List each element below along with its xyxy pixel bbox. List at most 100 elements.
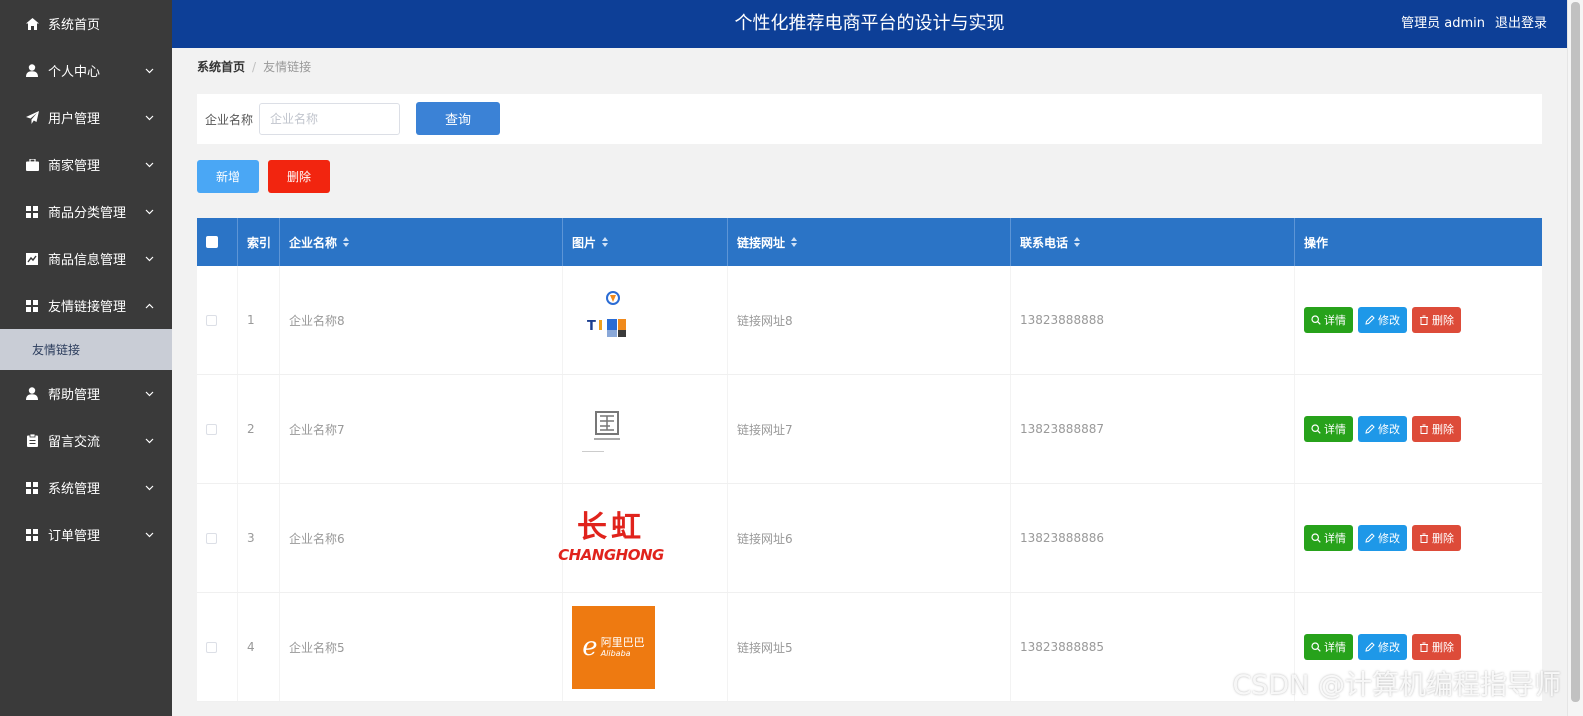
company-logo-changhong: 长虹 CHANGHONG xyxy=(558,503,664,573)
logout-link[interactable]: 退出登录 xyxy=(1495,16,1547,31)
name-cell: 企业名称5 xyxy=(280,593,563,701)
sort-icon[interactable] xyxy=(1074,237,1081,247)
row-checkbox[interactable] xyxy=(206,641,217,653)
column-header-actions: 操作 xyxy=(1295,218,1542,266)
chevron-up-icon xyxy=(145,303,154,309)
sidebar-item-merchant-management[interactable]: 商家管理 xyxy=(0,141,172,188)
search-icon xyxy=(1311,642,1321,652)
search-icon xyxy=(1311,315,1321,325)
detail-button[interactable]: 详情 xyxy=(1304,525,1353,551)
breadcrumb-home[interactable]: 系统首页 xyxy=(197,58,245,75)
edit-button[interactable]: 修改 xyxy=(1358,307,1407,333)
column-header-url[interactable]: 链接网址 xyxy=(728,218,1011,266)
sidebar-item-order-management[interactable]: 订单管理 xyxy=(0,511,172,558)
top-header: 个性化推荐电商平台的设计与实现 管理员 admin 退出登录 xyxy=(172,0,1567,48)
user-icon xyxy=(25,387,39,401)
sidebar-item-product-management[interactable]: 商品信息管理 xyxy=(0,235,172,282)
detail-button[interactable]: 详情 xyxy=(1304,307,1353,333)
detail-button[interactable]: 详情 xyxy=(1304,416,1353,442)
delete-label: 删除 xyxy=(1432,423,1454,436)
edit-button[interactable]: 修改 xyxy=(1358,416,1407,442)
add-button[interactable]: 新增 xyxy=(197,160,259,193)
trash-icon xyxy=(1420,315,1428,325)
column-header-label: 索引 xyxy=(247,235,272,250)
delete-button[interactable]: 删除 xyxy=(1412,634,1461,660)
detail-label: 详情 xyxy=(1324,532,1346,545)
chevron-down-icon xyxy=(145,256,154,262)
chevron-down-icon xyxy=(145,532,154,538)
sidebar-item-home[interactable]: 系统首页 xyxy=(0,0,172,47)
sidebar-item-label: 订单管理 xyxy=(48,529,101,544)
scrollbar-thumb[interactable] xyxy=(1571,2,1580,702)
alibaba-cn: 阿里巴巴 xyxy=(600,635,645,649)
chevron-down-icon xyxy=(145,485,154,491)
sidebar-item-system-management[interactable]: 系统管理 xyxy=(0,464,172,511)
sort-icon[interactable] xyxy=(343,237,350,247)
sidebar-item-label: 系统管理 xyxy=(48,482,101,497)
phone-cell: 13823888887 xyxy=(1011,375,1295,483)
name-cell: 企业名称8 xyxy=(280,266,563,374)
links-table: 索引 企业名称 图片 链接网址 联系电话 操作 1 企业名称8 T 链接网址8 … xyxy=(197,218,1542,702)
sidebar-item-label: 友情链接管理 xyxy=(48,300,127,315)
sidebar: 系统首页 个人中心 用户管理 商家管理 商品分类管理 商品信息管理 友情链接管理… xyxy=(0,0,172,716)
image-cell xyxy=(563,375,728,483)
delete-button[interactable]: 删除 xyxy=(1412,525,1461,551)
select-all-checkbox[interactable] xyxy=(206,236,218,248)
grid-icon xyxy=(25,299,39,313)
breadcrumb-separator: / xyxy=(252,59,257,74)
company-logo-seal xyxy=(572,394,642,464)
page-scrollbar[interactable] xyxy=(1567,0,1583,716)
edit-button[interactable]: 修改 xyxy=(1358,525,1407,551)
alibaba-en: Alibaba xyxy=(600,648,631,658)
row-checkbox[interactable] xyxy=(206,423,217,435)
breadcrumb-current: 友情链接 xyxy=(263,60,312,74)
sidebar-item-label: 留言交流 xyxy=(48,435,101,450)
chevron-down-icon xyxy=(145,438,154,444)
user-area: 管理员 admin 退出登录 xyxy=(1401,0,1547,48)
delete-button[interactable]: 删除 xyxy=(1412,307,1461,333)
column-header-phone[interactable]: 联系电话 xyxy=(1011,218,1295,266)
batch-delete-button[interactable]: 删除 xyxy=(268,160,330,193)
trash-icon xyxy=(1420,424,1428,434)
paper-plane-icon xyxy=(25,111,39,125)
alibaba-mark-icon: ℯ xyxy=(582,632,598,662)
detail-button[interactable]: 详情 xyxy=(1304,634,1353,660)
edit-button[interactable]: 修改 xyxy=(1358,634,1407,660)
sidebar-item-user-management[interactable]: 用户管理 xyxy=(0,94,172,141)
index-cell: 1 xyxy=(238,266,280,374)
column-header-index: 索引 xyxy=(238,218,280,266)
sort-icon[interactable] xyxy=(791,237,798,247)
url-cell: 链接网址5 xyxy=(728,593,1011,701)
row-select-cell xyxy=(197,484,238,592)
sidebar-item-link-management[interactable]: 友情链接管理 xyxy=(0,282,172,329)
sidebar-item-messages[interactable]: 留言交流 xyxy=(0,417,172,464)
row-checkbox[interactable] xyxy=(206,314,217,326)
actions-cell: 详情 修改 删除 xyxy=(1295,375,1542,483)
home-icon xyxy=(25,17,39,31)
url-cell: 链接网址7 xyxy=(728,375,1011,483)
column-header-image[interactable]: 图片 xyxy=(563,218,728,266)
chevron-down-icon xyxy=(145,162,154,168)
search-input[interactable] xyxy=(259,103,400,135)
sidebar-item-personal-center[interactable]: 个人中心 xyxy=(0,47,172,94)
table-header: 索引 企业名称 图片 链接网址 联系电话 操作 xyxy=(197,218,1542,266)
row-checkbox[interactable] xyxy=(206,532,217,544)
column-header-label: 图片 xyxy=(572,235,597,250)
delete-label: 删除 xyxy=(1432,314,1454,327)
edit-icon xyxy=(1365,642,1375,652)
name-cell: 企业名称7 xyxy=(280,375,563,483)
detail-label: 详情 xyxy=(1324,314,1346,327)
sidebar-item-label: 商品信息管理 xyxy=(48,253,127,268)
company-logo-alibaba: ℯ 阿里巴巴 Alibaba xyxy=(572,605,655,689)
sidebar-item-label: 用户管理 xyxy=(48,112,101,127)
delete-button[interactable]: 删除 xyxy=(1412,416,1461,442)
changhong-en: CHANGHONG xyxy=(558,546,664,564)
search-button[interactable]: 查询 xyxy=(416,102,500,135)
trash-icon xyxy=(1420,642,1428,652)
sidebar-subitem-links[interactable]: 友情链接 xyxy=(0,329,172,370)
column-header-name[interactable]: 企业名称 xyxy=(280,218,563,266)
sidebar-item-help-management[interactable]: 帮助管理 xyxy=(0,370,172,417)
sort-icon[interactable] xyxy=(602,237,609,247)
select-all-cell xyxy=(197,218,238,266)
sidebar-item-category-management[interactable]: 商品分类管理 xyxy=(0,188,172,235)
